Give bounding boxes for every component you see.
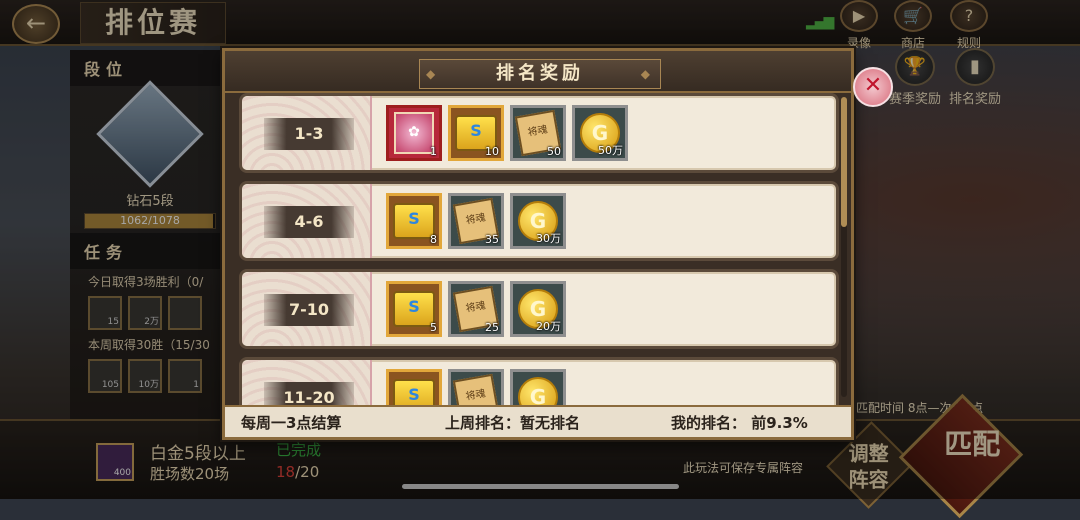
item-quantity: 5: [430, 321, 437, 334]
item-quantity: 25: [485, 321, 499, 334]
settle-time-text: 每周一3点结算: [241, 414, 342, 432]
reward-item[interactable]: G 20万: [510, 281, 566, 337]
puzzle-shard-icon: 将魂: [452, 373, 500, 407]
reward-item[interactable]: 将魂 25: [448, 281, 504, 337]
reward-row: 4-6 S 8 将魂 35 G 30万: [239, 181, 839, 261]
rank-range-label: 11-20: [264, 382, 354, 407]
reward-item[interactable]: G 30万: [510, 193, 566, 249]
item-quantity: 1: [430, 145, 437, 158]
reward-items: S 8 将魂 35 G 30万: [386, 193, 566, 249]
reward-item[interactable]: ✿ 1: [386, 105, 442, 161]
reward-item[interactable]: S 10: [448, 105, 504, 161]
item-quantity: 50: [547, 145, 561, 158]
treasure-chest-icon: S: [393, 203, 435, 239]
item-quantity: 30万: [536, 232, 561, 245]
treasure-chest-icon: S: [393, 291, 435, 327]
scrollbar-thumb[interactable]: [841, 97, 847, 227]
reward-item[interactable]: S: [386, 369, 442, 407]
rank-range-label: 4-6: [264, 206, 354, 238]
close-icon: ✕: [863, 73, 883, 98]
reward-items: S 将魂 G: [386, 369, 566, 407]
reward-row: 11-20 S 将魂 G: [239, 357, 839, 407]
dialog-header: 排名奖励: [225, 51, 851, 93]
ranking-reward-dialog: 排名奖励 ✕ 1-3✿1S10将魂50G50万4-6S8将魂35G30万7-10…: [222, 48, 893, 440]
my-rank-text: 我的排名： 前9.3%: [671, 414, 808, 432]
reward-item[interactable]: 将魂 35: [448, 193, 504, 249]
rank-range-label: 1-3: [264, 118, 354, 150]
last-week-rank-text: 上周排名：暂无排名: [445, 414, 581, 432]
reward-items: S 5 将魂 25 G 20万: [386, 281, 566, 337]
reward-item[interactable]: G 50万: [572, 105, 628, 161]
treasure-chest-icon: S: [393, 379, 435, 407]
rank-range-label: 7-10: [264, 294, 354, 326]
dialog-footer: 每周一3点结算 上周排名：暂无排名 我的排名： 前9.3%: [225, 405, 851, 437]
reward-item[interactable]: S8: [386, 193, 442, 249]
gold-coin-icon: G: [518, 377, 558, 407]
reward-items: ✿ 1 S 10 将魂 50 G 50万: [386, 105, 628, 161]
scroll-icon: ✿: [394, 112, 434, 154]
reward-item[interactable]: 将魂 50: [510, 105, 566, 161]
reward-row: 7-10 S 5 将魂 25 G 20万: [239, 269, 839, 349]
scrollbar[interactable]: [841, 97, 847, 397]
item-quantity: 50万: [598, 144, 623, 157]
reward-item[interactable]: 将魂: [448, 369, 504, 407]
reward-row: 1-3 ✿ 1 S 10 将魂 50 G 50万: [239, 93, 839, 173]
item-quantity: 10: [485, 145, 499, 158]
dialog-title: 排名奖励: [419, 59, 661, 89]
item-quantity: 20万: [536, 320, 561, 333]
reward-item[interactable]: S5: [386, 281, 442, 337]
reward-list[interactable]: 1-3 ✿ 1 S 10 将魂 50 G 50万 4-6 S 8 将魂 35 G 30万 7-10 S 5 将魂 25 G…: [239, 93, 839, 407]
reward-item[interactable]: G: [510, 369, 566, 407]
close-button[interactable]: ✕: [853, 67, 893, 107]
item-quantity: 8: [430, 233, 437, 246]
item-quantity: 35: [485, 233, 499, 246]
